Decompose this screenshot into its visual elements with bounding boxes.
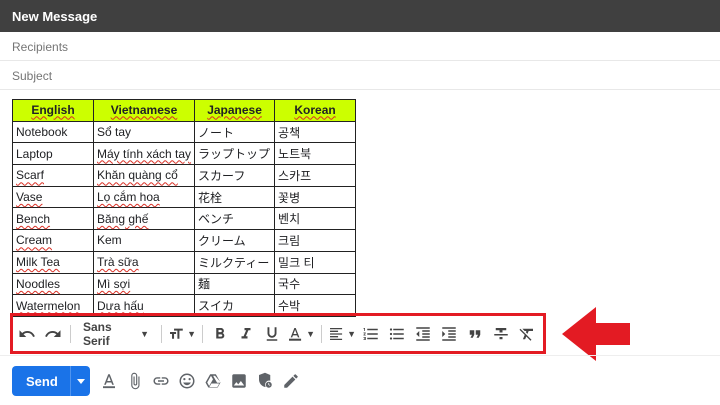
redo-icon[interactable] — [42, 320, 64, 348]
table-cell: Lọ cắm hoa — [92, 185, 196, 209]
vocabulary-table: English Vietnamese Japanese Korean Noteb… — [12, 99, 357, 317]
table-cell: 스카프 — [274, 164, 357, 187]
table-row: Scarf Khăn quàng cổ スカーフ 스카프 — [12, 164, 357, 187]
table-row: Milk Tea Trà sữa ミルクティー 밀크 티 — [12, 250, 357, 274]
table-cell: 공책 — [274, 120, 357, 144]
indent-more-icon[interactable] — [438, 320, 460, 348]
table-cell: Trà sữa — [92, 250, 196, 274]
formatting-options-icon[interactable] — [96, 369, 122, 393]
table-cell: Mì sợi — [92, 272, 196, 296]
send-options-icon[interactable] — [71, 376, 90, 386]
table-cell: ノート — [194, 120, 276, 144]
table-cell: ミルクティー — [194, 250, 276, 274]
table-cell: Notebook — [12, 120, 94, 144]
insert-link-icon[interactable] — [148, 369, 174, 393]
bold-icon[interactable] — [209, 320, 231, 348]
table-cell: Sổ tay — [92, 120, 196, 144]
header-japanese: Japanese — [194, 99, 276, 122]
align-icon[interactable]: ▼ — [328, 320, 356, 348]
italic-icon[interactable] — [235, 320, 257, 348]
caret-down-icon: ▼ — [306, 329, 316, 339]
underline-icon[interactable] — [261, 320, 283, 348]
send-label: Send — [26, 373, 58, 389]
table-cell: Khăn quàng cổ — [92, 164, 196, 187]
undo-icon[interactable] — [16, 320, 38, 348]
google-drive-icon[interactable] — [200, 369, 226, 393]
table-row: Bench Băng ghế ベンチ 벤치 — [12, 207, 357, 231]
send-button[interactable]: Send — [12, 366, 90, 396]
table-row: Laptop Máy tính xách tay ラップトップ 노트북 — [12, 142, 357, 166]
table-row: Noodles Mì sợi 麺 국수 — [12, 272, 357, 296]
header-korean: Korean — [274, 99, 357, 122]
recipients-placeholder: Recipients — [12, 40, 69, 54]
caret-down-icon: ▼ — [347, 329, 356, 339]
text-color-icon[interactable]: ▼ — [287, 320, 315, 348]
toolbar-separator — [202, 325, 203, 343]
toolbar-separator — [161, 325, 163, 343]
table-cell: クリーム — [194, 229, 276, 252]
attach-file-icon[interactable] — [122, 369, 148, 393]
table-cell: 벤치 — [274, 207, 357, 231]
table-cell: 노트북 — [274, 142, 357, 166]
table-header-row: English Vietnamese Japanese Korean — [12, 99, 357, 122]
subject-field[interactable]: Subject — [0, 61, 720, 90]
bulleted-list-icon[interactable] — [386, 320, 408, 348]
toolbar-separator — [321, 325, 322, 343]
table-cell: 국수 — [274, 272, 357, 296]
table-cell: ラップトップ — [194, 142, 276, 166]
table-cell: Máy tính xách tay — [92, 142, 196, 166]
insert-photo-icon[interactable] — [226, 369, 252, 393]
table-cell: 花栓 — [194, 185, 276, 209]
table-cell: Noodles — [12, 272, 94, 296]
header-vietnamese: Vietnamese — [92, 99, 196, 122]
compose-title-bar: New Message — [0, 0, 720, 32]
table-cell: スカーフ — [194, 164, 276, 187]
indent-less-icon[interactable] — [412, 320, 434, 348]
caret-down-icon: ▼ — [187, 329, 197, 339]
toolbar-separator — [70, 325, 71, 343]
table-cell: ベンチ — [194, 207, 276, 231]
table-cell: Băng ghế — [92, 207, 196, 231]
table-cell: 꽃병 — [274, 185, 357, 209]
emoji-icon[interactable] — [174, 369, 200, 393]
quote-icon[interactable] — [464, 320, 486, 348]
table-cell: Scarf — [12, 164, 94, 187]
header-english: English — [12, 99, 94, 122]
compose-bottom-bar: Send — [0, 355, 720, 405]
recipients-field[interactable]: Recipients — [0, 32, 720, 61]
table-cell: 麺 — [194, 272, 276, 296]
strikethrough-icon[interactable] — [490, 320, 512, 348]
table-cell: Cream — [12, 229, 94, 252]
font-family-label: Sans Serif — [82, 320, 112, 348]
table-row: Vase Lọ cắm hoa 花栓 꽃병 — [12, 185, 357, 209]
table-row: Notebook Sổ tay ノート 공책 — [12, 120, 357, 144]
table-cell: Laptop — [12, 142, 94, 166]
confidential-mode-icon[interactable] — [252, 369, 278, 393]
remove-formatting-icon[interactable] — [516, 320, 538, 348]
table-cell: Kem — [92, 229, 196, 252]
table-cell: 밀크 티 — [274, 250, 357, 274]
formatting-toolbar: Sans Serif ▼ ▼ ▼ ▼ — [14, 318, 540, 350]
table-cell: Vase — [12, 185, 94, 209]
table-cell: Milk Tea — [12, 250, 94, 274]
table-cell: Bench — [12, 207, 94, 231]
subject-placeholder: Subject — [12, 69, 53, 83]
table-cell: 크림 — [274, 229, 357, 252]
caret-down-icon: ▼ — [140, 329, 150, 339]
numbered-list-icon[interactable] — [360, 320, 382, 348]
font-family-select[interactable]: Sans Serif ▼ — [77, 320, 155, 348]
table-row: Cream Kem クリーム 크림 — [12, 229, 357, 252]
compose-actions — [96, 369, 304, 393]
signature-pen-icon[interactable] — [278, 369, 304, 393]
window-title: New Message — [12, 9, 98, 24]
font-size-icon[interactable]: ▼ — [168, 320, 196, 348]
